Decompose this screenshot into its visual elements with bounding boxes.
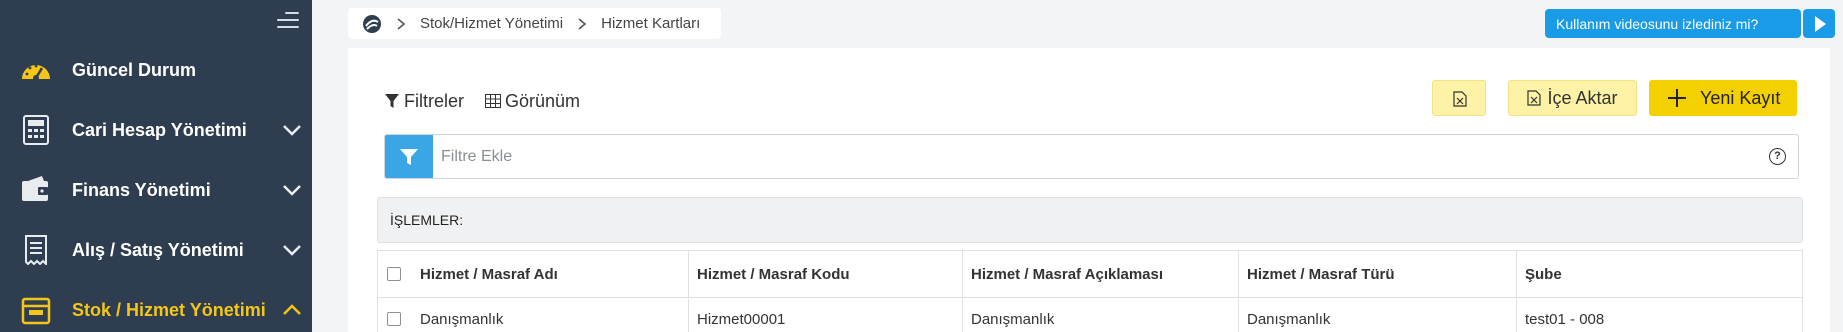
- sidebar-item-guncel-durum[interactable]: Güncel Durum: [0, 40, 312, 100]
- operations-bar: İŞLEMLER:: [377, 197, 1803, 243]
- sidebar-item-label: Alış / Satış Yönetimi: [72, 239, 244, 260]
- sidebar-item-finans[interactable]: Finans Yönetimi: [0, 160, 312, 220]
- table-cell: Danışmanlık: [420, 310, 504, 328]
- filter-icon: [400, 149, 418, 165]
- play-icon[interactable]: [1803, 9, 1835, 38]
- filter-bar: ?: [384, 134, 1799, 179]
- table-cell: Hizmet00001: [688, 299, 962, 332]
- grid-icon: [485, 94, 501, 108]
- chevron-right-icon: [578, 17, 587, 30]
- view-label: Görünüm: [505, 90, 581, 111]
- chevron-right-icon: [397, 17, 406, 30]
- sidebar-item-label: Güncel Durum: [72, 59, 197, 80]
- video-prompt-button[interactable]: Kullanım videosunu izlediniz mi?: [1545, 9, 1801, 38]
- view-toggle[interactable]: Görünüm: [485, 89, 580, 113]
- table-row[interactable]: Danışmanlık Hizmet00001 Danışmanlık Danı…: [378, 299, 1802, 332]
- sidebar: Güncel Durum Cari Hesap Yönetimi Finans …: [0, 0, 312, 332]
- question-icon[interactable]: ?: [1769, 148, 1786, 165]
- operations-label: İŞLEMLER:: [390, 212, 464, 228]
- data-table: Hizmet / Masraf Adı Hizmet / Masraf Kodu…: [377, 250, 1803, 332]
- select-all-cell: [378, 251, 412, 297]
- hamburger-icon[interactable]: [277, 11, 299, 29]
- column-header[interactable]: Hizmet / Masraf Açıklaması: [962, 251, 1238, 297]
- table-header: Hizmet / Masraf Adı Hizmet / Masraf Kodu…: [378, 251, 1802, 298]
- logo-icon[interactable]: [362, 14, 382, 34]
- table-cell: Danışmanlık: [1238, 299, 1516, 332]
- excel-icon: [1527, 90, 1542, 106]
- plus-icon: [1668, 89, 1686, 107]
- column-header[interactable]: Şube: [1516, 251, 1802, 297]
- chevron-up-icon: [283, 304, 301, 315]
- breadcrumb-item-current: Hizmet Kartları: [601, 15, 701, 32]
- sidebar-item-label: Cari Hesap Yönetimi: [72, 119, 247, 140]
- breadcrumb-item[interactable]: Stok/Hizmet Yönetimi: [420, 15, 563, 32]
- chevron-down-icon: [283, 245, 301, 256]
- breadcrumb: Stok/Hizmet Yönetimi Hizmet Kartları: [348, 8, 721, 39]
- export-excel-button[interactable]: [1432, 80, 1486, 116]
- filter-add-button[interactable]: [385, 135, 433, 178]
- row-checkbox[interactable]: [387, 312, 401, 326]
- filters-label: Filtreler: [404, 90, 465, 111]
- chevron-down-icon: [283, 125, 301, 136]
- wallet-icon: [22, 176, 48, 201]
- column-header[interactable]: Hizmet / Masraf Türü: [1238, 251, 1516, 297]
- select-all-checkbox[interactable]: [387, 267, 401, 281]
- sidebar-item-stok-hizmet[interactable]: Stok / Hizmet Yönetimi: [0, 280, 312, 332]
- sidebar-item-alis-satis[interactable]: Alış / Satış Yönetimi: [0, 220, 312, 280]
- import-button[interactable]: İçe Aktar: [1508, 80, 1637, 116]
- filter-icon: [385, 94, 399, 108]
- row-select-cell: [378, 299, 412, 332]
- excel-icon: [1453, 91, 1467, 107]
- gauge-icon: [22, 64, 50, 81]
- filter-input[interactable]: [441, 135, 1721, 178]
- import-label: İçe Aktar: [1547, 87, 1618, 108]
- sidebar-item-cari-hesap[interactable]: Cari Hesap Yönetimi: [0, 100, 312, 160]
- table-cell: test01 - 008: [1516, 299, 1802, 332]
- chevron-down-icon: [283, 185, 301, 196]
- column-header[interactable]: Hizmet / Masraf Kodu: [688, 251, 962, 297]
- sidebar-item-label: Finans Yönetimi: [72, 179, 211, 200]
- new-record-button[interactable]: Yeni Kayıt: [1649, 80, 1797, 116]
- box-icon: [21, 297, 51, 325]
- calculator-icon: [23, 115, 49, 145]
- filters-toggle[interactable]: Filtreler: [384, 89, 464, 113]
- column-header[interactable]: Hizmet / Masraf Adı: [412, 251, 688, 297]
- receipt-icon: [25, 235, 47, 265]
- sidebar-item-label: Stok / Hizmet Yönetimi: [72, 299, 266, 320]
- table-cell: Danışmanlık: [962, 299, 1238, 332]
- new-record-label: Yeni Kayıt: [1700, 88, 1781, 108]
